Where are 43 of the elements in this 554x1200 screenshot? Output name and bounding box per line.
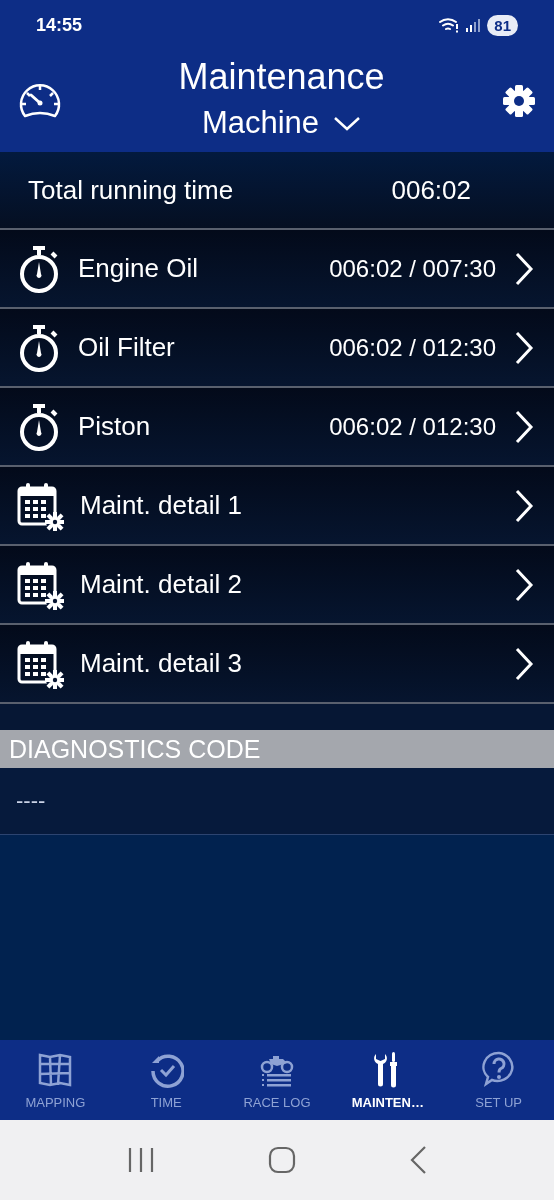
signal-icon	[465, 17, 482, 33]
nav-tab[interactable]: SET UP	[443, 1040, 554, 1120]
maintenance-item[interactable]: Oil Filter 006:02 / 012:30	[0, 309, 554, 388]
calendar-gear-icon	[16, 480, 64, 531]
item-label: Piston	[78, 411, 152, 442]
item-label: Maint. detail 2	[80, 569, 243, 600]
chevron-right-icon	[514, 330, 534, 365]
item-hours: 006:02 / 007:30	[329, 254, 496, 283]
question-bubble-icon	[480, 1050, 517, 1089]
chevron-right-icon	[514, 488, 534, 523]
item-label: Maint. detail 1	[80, 490, 243, 521]
calendar-gear-icon	[16, 559, 64, 610]
wifi-icon	[439, 17, 460, 33]
speedometer-icon	[19, 82, 61, 120]
status-time: 14:55	[36, 14, 83, 36]
calendar-gear-icon	[16, 638, 64, 689]
chevron-right-icon	[514, 646, 534, 681]
maintenance-item[interactable]: Maint. detail 2	[0, 546, 554, 625]
settings-button[interactable]	[502, 84, 536, 118]
battery-level: 81	[487, 14, 518, 36]
maintenance-item[interactable]: Maint. detail 3	[0, 625, 554, 704]
item-label: Maint. detail 3	[80, 648, 243, 679]
diagnostics-code: ----	[16, 788, 46, 814]
nav-tab[interactable]: RACE LOG	[221, 1040, 333, 1120]
chevron-down-icon	[333, 115, 362, 131]
maintenance-item[interactable]: Piston 006:02 / 012:30	[0, 388, 554, 467]
item-hours: 006:02 / 012:30	[329, 333, 496, 362]
total-time-value: 006:02	[391, 174, 471, 206]
item-label: Engine Oil	[78, 253, 199, 284]
item-hours: 006:02 / 012:30	[329, 412, 496, 441]
chevron-right-icon	[514, 567, 534, 602]
nav-tab[interactable]: MAPPING	[0, 1040, 111, 1120]
chevron-right-icon	[514, 409, 534, 444]
total-time-label: Total running time	[28, 174, 235, 206]
maintenance-item[interactable]: Engine Oil 006:02 / 007:30	[0, 230, 554, 309]
machine-dropdown[interactable]: Machine	[201, 104, 362, 142]
chevron-right-icon	[514, 251, 534, 286]
item-label: Oil Filter	[78, 332, 176, 363]
section-header: DIAGNOSTICS CODE	[0, 730, 554, 768]
nav-tab[interactable]: MAINTEN…	[332, 1040, 444, 1120]
nav-tab[interactable]: TIME	[110, 1040, 222, 1120]
maintenance-item[interactable]: Maint. detail 1	[0, 467, 554, 546]
screen-title: Maintenance	[178, 56, 385, 98]
